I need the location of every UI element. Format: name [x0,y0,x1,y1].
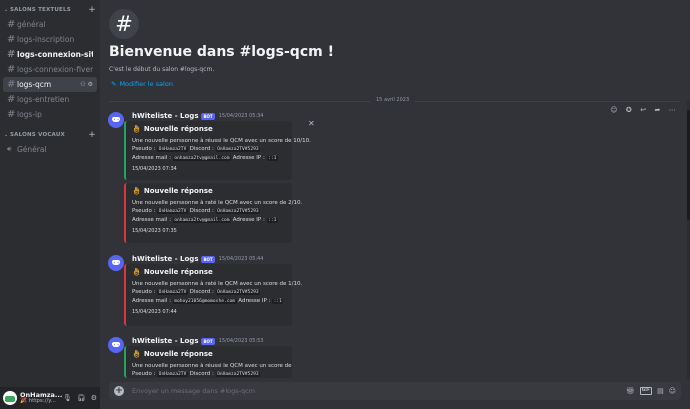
emoji-icon[interactable]: ☺ [669,387,676,395]
message-timestamp: 15/04/2023 05:44 [218,256,264,262]
embed-text: Une nouvelle perssonne à raté le QCM ave… [132,200,303,206]
ok-hand-icon: 👌︎ [132,187,141,195]
channel-logs-ip[interactable]: # logs-ip [3,107,97,122]
edit-channel-link[interactable]: ✎ Modifier le salon [111,80,173,88]
hashtag-icon: # [7,109,16,120]
channel-logs-entretien[interactable]: # logs-entretien [3,92,97,107]
pencil-icon: ✎ [111,80,117,88]
embed-card: 👌︎ Nouvelle réponse Une nouvelle perssonn… [124,264,303,326]
embed-title: Nouvelle réponse [143,187,213,195]
add-reaction-icon[interactable]: ☺ [610,106,617,114]
embed-text: Une nouvelle perssonne à réussi le QCM a… [132,363,292,369]
gear-icon[interactable]: ⚙ [91,394,97,402]
hashtag-icon: # [7,94,16,105]
attach-plus-icon[interactable]: + [114,386,124,396]
user-panel: OnHamza... 🎉 https://y... 🎙︎ 🎧︎ ⚙ [0,387,100,409]
avatar[interactable] [108,112,124,128]
microphone-icon[interactable]: 🎙︎ [63,394,72,402]
avatar[interactable] [3,391,17,405]
bot-badge: BOT [201,112,215,120]
category-label: SALONS TEXTUELS [10,7,71,13]
message-author[interactable]: hWiteliste - Logs [132,255,198,263]
message-timestamp: 15/04/2023 05:53 [218,338,264,344]
hashtag-icon: # [7,49,16,60]
page-title: Bienvenue dans #logs-qcm ! [109,44,334,60]
category-label: SALONS VOCAUX [10,132,65,138]
gear-icon[interactable]: ⚙ [88,81,93,88]
gif-icon[interactable]: GIF [639,387,653,395]
embed-title: Nouvelle réponse [143,268,213,276]
avatar[interactable] [108,255,124,271]
channel-general[interactable]: # général [3,17,97,32]
voice-channel-general[interactable]: 🔊︎ Général [3,142,97,157]
category-voice-channels[interactable]: ⌄ SALONS VOCAUX + [0,128,100,142]
bot-badge: BOT [201,255,215,263]
close-icon[interactable]: ✕ [308,119,315,128]
user-status: 🎉 https://y... [20,397,57,404]
ok-hand-icon: 👌︎ [132,125,141,133]
bot-badge: BOT [201,337,215,345]
embed-footer: 15/04/2023 07:44 [132,309,177,315]
hashtag-icon: # [7,34,16,45]
add-member-icon[interactable]: ⚇ [80,81,85,88]
ok-hand-icon: 👌︎ [132,268,141,276]
channel-logs-connexion-site[interactable]: # logs-connexion-site [3,47,97,62]
embed-card: 👌︎ Nouvelle réponse Une nouvelle perssonn… [124,183,303,243]
add-channel-icon[interactable]: + [88,130,96,140]
app-icon[interactable]: ✪ [626,106,632,114]
embed-title: Nouvelle réponse [143,350,213,358]
add-channel-icon[interactable]: + [88,5,96,15]
message-author[interactable]: hWiteliste - Logs [132,112,198,120]
embed-card: 👌︎ Nouvelle réponse Une nouvelle perssonn… [124,121,311,180]
embed-text: Une nouvelle perssonne à raté le QCM ave… [132,281,303,287]
avatar[interactable] [108,337,124,353]
hashtag-icon: # [7,64,16,75]
hashtag-icon: # [7,79,16,90]
message-timestamp: 15/04/2023 05:34 [218,113,264,119]
category-text-channels[interactable]: ⌄ SALONS TEXTUELS + [0,3,100,17]
message-input[interactable]: Envoyer un message dans #logs-qcm [132,387,626,395]
chat-area: # Bienvenue dans #logs-qcm ! C'est le dé… [100,0,690,409]
embed-text: Une nouvelle perssonne à réussi le QCM a… [132,138,311,144]
channel-logs-inscription[interactable]: # logs-inscription [3,32,97,47]
ok-hand-icon: 👌︎ [132,350,141,358]
speaker-icon: 🔊︎ [7,145,12,153]
channel-logs-qcm[interactable]: # logs-qcm ⚇ ⚙ [3,77,97,92]
date-divider-label: 15 avril 2023 [370,97,416,103]
more-icon[interactable]: ⋯ [669,106,676,114]
embed-card: 👌︎ Nouvelle réponse Une nouvelle perssonn… [124,346,292,378]
sticker-icon[interactable]: ▤ [657,387,664,395]
channel-sidebar: ⌄ SALONS TEXTUELS + # général # logs-inscr… [0,0,100,409]
gift-icon[interactable]: 🎁︎ [626,387,635,395]
message-actions-bar: ☺ ✪ ↩ ➦ ⋯ [606,103,680,117]
hashtag-icon: # [109,9,139,39]
reply-icon[interactable]: ↩ [640,106,646,114]
channel-logs-connexion-fivem[interactable]: # logs-connexion-fivem [3,62,97,77]
forward-icon[interactable]: ➦ [654,106,660,114]
hashtag-icon: # [7,19,16,30]
headphones-icon[interactable]: 🎧︎ [77,394,86,402]
embed-footer: 15/04/2023 07:35 [132,228,177,234]
embed-footer: 15/04/2023 07:34 [132,166,177,172]
channel-intro: C'est le début du salon #logs-qcm. [109,66,215,73]
message-author[interactable]: hWiteliste - Logs [132,337,198,345]
embed-title: Nouvelle réponse [143,125,213,133]
message-composer: + Envoyer un message dans #logs-qcm 🎁︎ G… [109,382,681,400]
